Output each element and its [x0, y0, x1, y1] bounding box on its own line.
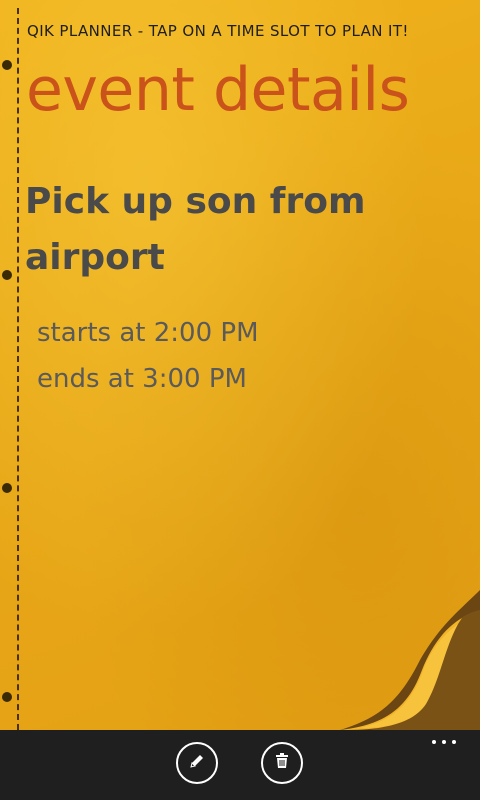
- app-title: QIK PLANNER - TAP ON A TIME SLOT TO PLAN…: [27, 22, 409, 40]
- page-title: event details: [26, 55, 410, 125]
- edit-button[interactable]: [176, 742, 218, 784]
- trash-icon: [272, 751, 292, 775]
- pencil-icon: [187, 751, 207, 775]
- page-curl: [340, 590, 480, 730]
- delete-button[interactable]: [261, 742, 303, 784]
- binder-hole: [2, 60, 12, 70]
- ellipsis-dot: [442, 740, 446, 744]
- sticky-note-page: QIK PLANNER - TAP ON A TIME SLOT TO PLAN…: [0, 0, 480, 730]
- ellipsis-dot: [452, 740, 456, 744]
- binder-hole: [2, 692, 12, 702]
- margin-dashed-line: [17, 8, 19, 730]
- binder-hole: [2, 483, 12, 493]
- event-start-time: starts at 2:00 PM: [37, 318, 259, 348]
- ellipsis-icon[interactable]: [432, 736, 456, 748]
- application-bar: [0, 730, 480, 800]
- binder-hole: [2, 270, 12, 280]
- ellipsis-dot: [432, 740, 436, 744]
- event-end-time: ends at 3:00 PM: [37, 364, 247, 394]
- event-title: Pick up son from airport: [25, 181, 366, 278]
